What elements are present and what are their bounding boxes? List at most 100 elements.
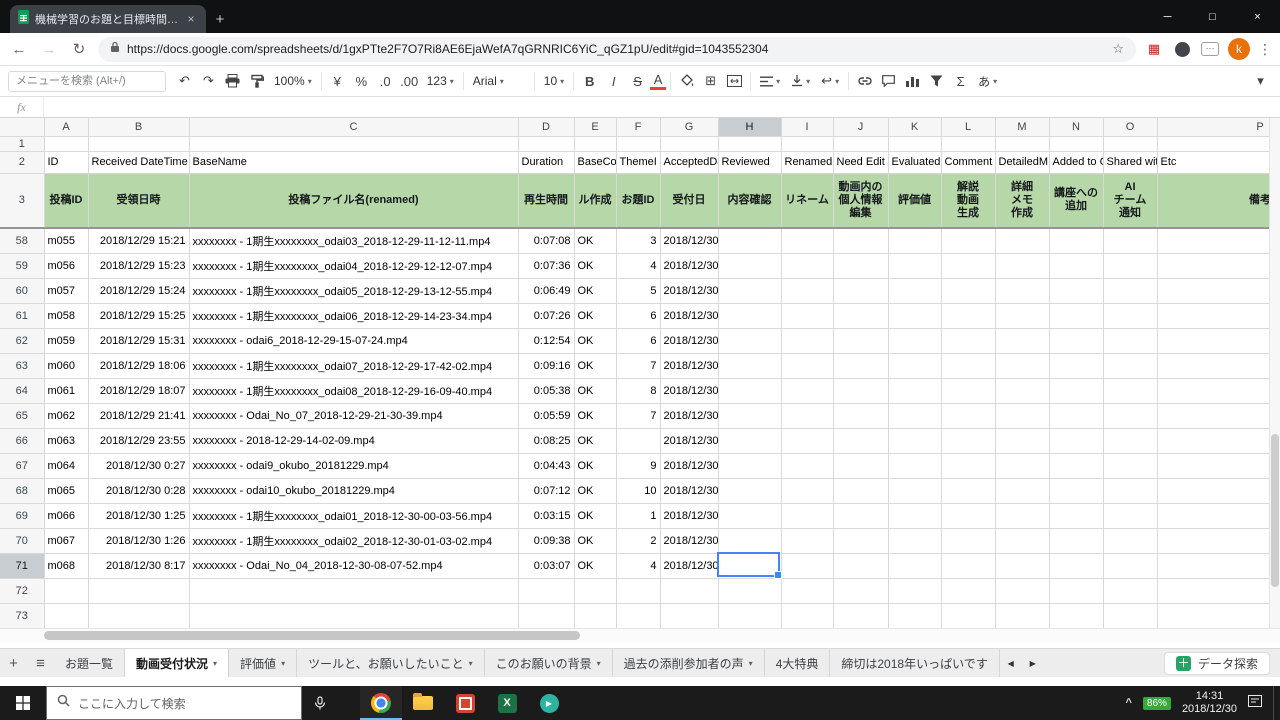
- cell-M1[interactable]: [995, 136, 1050, 152]
- zoom-select[interactable]: 100% ▾: [269, 69, 317, 93]
- cell-O63[interactable]: [1103, 353, 1158, 379]
- cell-P69[interactable]: [1157, 503, 1280, 529]
- cell-O1[interactable]: [1103, 136, 1158, 152]
- tab-menu-caret-icon[interactable]: ▾: [281, 659, 285, 668]
- cell-B68[interactable]: 2018/12/30 0:28: [88, 478, 190, 504]
- secure-lock-icon[interactable]: [110, 40, 120, 58]
- cell-E3[interactable]: ル作成: [574, 173, 617, 229]
- cell-D61[interactable]: 0:07:26: [518, 303, 575, 329]
- cell-L73[interactable]: [941, 603, 996, 628]
- number-format-select[interactable]: 123 ▾: [422, 69, 459, 93]
- cell-B64[interactable]: 2018/12/29 18:07: [88, 378, 190, 404]
- column-header-G[interactable]: G: [660, 118, 719, 137]
- cell-I70[interactable]: [781, 528, 834, 554]
- tab-close-icon[interactable]: ×: [184, 12, 198, 26]
- sheet-tab-6[interactable]: 過去の添削参加者の声 ▾: [613, 649, 765, 677]
- cell-A2[interactable]: ID: [44, 151, 89, 174]
- cell-J3[interactable]: 動画内の 個人情報 編集: [833, 173, 889, 229]
- menu-search-input[interactable]: [8, 70, 166, 92]
- taskbar-search-box[interactable]: ここに入力して検索: [46, 686, 302, 720]
- cell-C71[interactable]: xxxxxxxx - Odai_No_04_2018-12-30-08-07-5…: [189, 553, 519, 579]
- cell-B62[interactable]: 2018/12/29 15:31: [88, 328, 190, 354]
- cell-E66[interactable]: OK: [574, 428, 617, 454]
- cell-G62[interactable]: 2018/12/30: [660, 328, 719, 354]
- cell-C64[interactable]: xxxxxxxx - 1期生xxxxxxxx_odai08_2018-12-29…: [189, 378, 519, 404]
- cell-K68[interactable]: [888, 478, 942, 504]
- cell-H70[interactable]: [718, 528, 782, 554]
- cell-D70[interactable]: 0:09:38: [518, 528, 575, 554]
- cell-O71[interactable]: [1103, 553, 1158, 579]
- cell-L70[interactable]: [941, 528, 996, 554]
- cell-O73[interactable]: [1103, 603, 1158, 628]
- cell-G68[interactable]: 2018/12/30: [660, 478, 719, 504]
- cell-J58[interactable]: [833, 228, 889, 254]
- back-icon[interactable]: ←: [8, 41, 30, 58]
- font-size-select[interactable]: 10 ▾: [539, 69, 569, 93]
- cell-I1[interactable]: [781, 136, 834, 152]
- cell-H66[interactable]: [718, 428, 782, 454]
- row-header-67[interactable]: 67: [0, 453, 45, 479]
- cell-K59[interactable]: [888, 253, 942, 279]
- cell-K62[interactable]: [888, 328, 942, 354]
- cell-C60[interactable]: xxxxxxxx - 1期生xxxxxxxx_odai05_2018-12-29…: [189, 278, 519, 304]
- column-header-K[interactable]: K: [888, 118, 942, 137]
- horizontal-scrollbar[interactable]: [0, 628, 1280, 642]
- sheet-tab-8[interactable]: 締切は2018年いっぱいです: [830, 649, 1000, 677]
- cell-K3[interactable]: 評価値: [888, 173, 942, 229]
- cell-L72[interactable]: [941, 578, 996, 604]
- tab-menu-caret-icon[interactable]: ▾: [597, 659, 601, 668]
- cell-P59[interactable]: [1157, 253, 1280, 279]
- sheet-tab-5[interactable]: このお願いの背景 ▾: [485, 649, 613, 677]
- borders-icon[interactable]: ⊞: [699, 69, 722, 93]
- cell-B2[interactable]: Received DateTime: [88, 151, 190, 174]
- horizontal-scrollbar-thumb[interactable]: [44, 631, 580, 640]
- cell-H68[interactable]: [718, 478, 782, 504]
- start-button[interactable]: [0, 686, 46, 720]
- cell-C59[interactable]: xxxxxxxx - 1期生xxxxxxxx_odai04_2018-12-29…: [189, 253, 519, 279]
- cell-L67[interactable]: [941, 453, 996, 479]
- cell-I62[interactable]: [781, 328, 834, 354]
- cell-F63[interactable]: 7: [616, 353, 661, 379]
- row-header-63[interactable]: 63: [0, 353, 45, 379]
- row-header-59[interactable]: 59: [0, 253, 45, 279]
- cell-A63[interactable]: m060: [44, 353, 89, 379]
- cell-O58[interactable]: [1103, 228, 1158, 254]
- reload-icon[interactable]: ↻: [68, 40, 90, 58]
- column-header-J[interactable]: J: [833, 118, 889, 137]
- cell-N71[interactable]: [1049, 553, 1104, 579]
- cell-A66[interactable]: m063: [44, 428, 89, 454]
- cell-E59[interactable]: OK: [574, 253, 617, 279]
- bookmark-star-icon[interactable]: ☆: [1112, 41, 1124, 57]
- cell-F59[interactable]: 4: [616, 253, 661, 279]
- extension-icon-1[interactable]: ▦: [1144, 39, 1164, 59]
- cell-G70[interactable]: 2018/12/30: [660, 528, 719, 554]
- cell-I61[interactable]: [781, 303, 834, 329]
- cell-K64[interactable]: [888, 378, 942, 404]
- cell-N62[interactable]: [1049, 328, 1104, 354]
- decrease-decimal-button[interactable]: .0: [374, 69, 397, 93]
- new-tab-button[interactable]: +: [206, 5, 234, 33]
- cell-F70[interactable]: 2: [616, 528, 661, 554]
- cell-M2[interactable]: DetailedM: [995, 151, 1050, 174]
- row-header-64[interactable]: 64: [0, 378, 45, 404]
- cell-H1[interactable]: [718, 136, 782, 152]
- cell-I65[interactable]: [781, 403, 834, 429]
- cell-I2[interactable]: Renamed: [781, 151, 834, 174]
- row-header-65[interactable]: 65: [0, 403, 45, 429]
- cell-K66[interactable]: [888, 428, 942, 454]
- cell-L64[interactable]: [941, 378, 996, 404]
- cell-I58[interactable]: [781, 228, 834, 254]
- cell-A67[interactable]: m064: [44, 453, 89, 479]
- cell-J65[interactable]: [833, 403, 889, 429]
- column-header-F[interactable]: F: [616, 118, 661, 137]
- cell-H3[interactable]: 内容確認: [718, 173, 782, 229]
- cell-L1[interactable]: [941, 136, 996, 152]
- column-header-E[interactable]: E: [574, 118, 617, 137]
- cell-N67[interactable]: [1049, 453, 1104, 479]
- cell-A61[interactable]: m058: [44, 303, 89, 329]
- cell-I68[interactable]: [781, 478, 834, 504]
- cell-M63[interactable]: [995, 353, 1050, 379]
- taskbar-clock[interactable]: 14:31 2018/12/30: [1182, 690, 1237, 716]
- cell-I63[interactable]: [781, 353, 834, 379]
- sheet-tab-2[interactable]: 動画受付状況 ▾: [125, 649, 230, 677]
